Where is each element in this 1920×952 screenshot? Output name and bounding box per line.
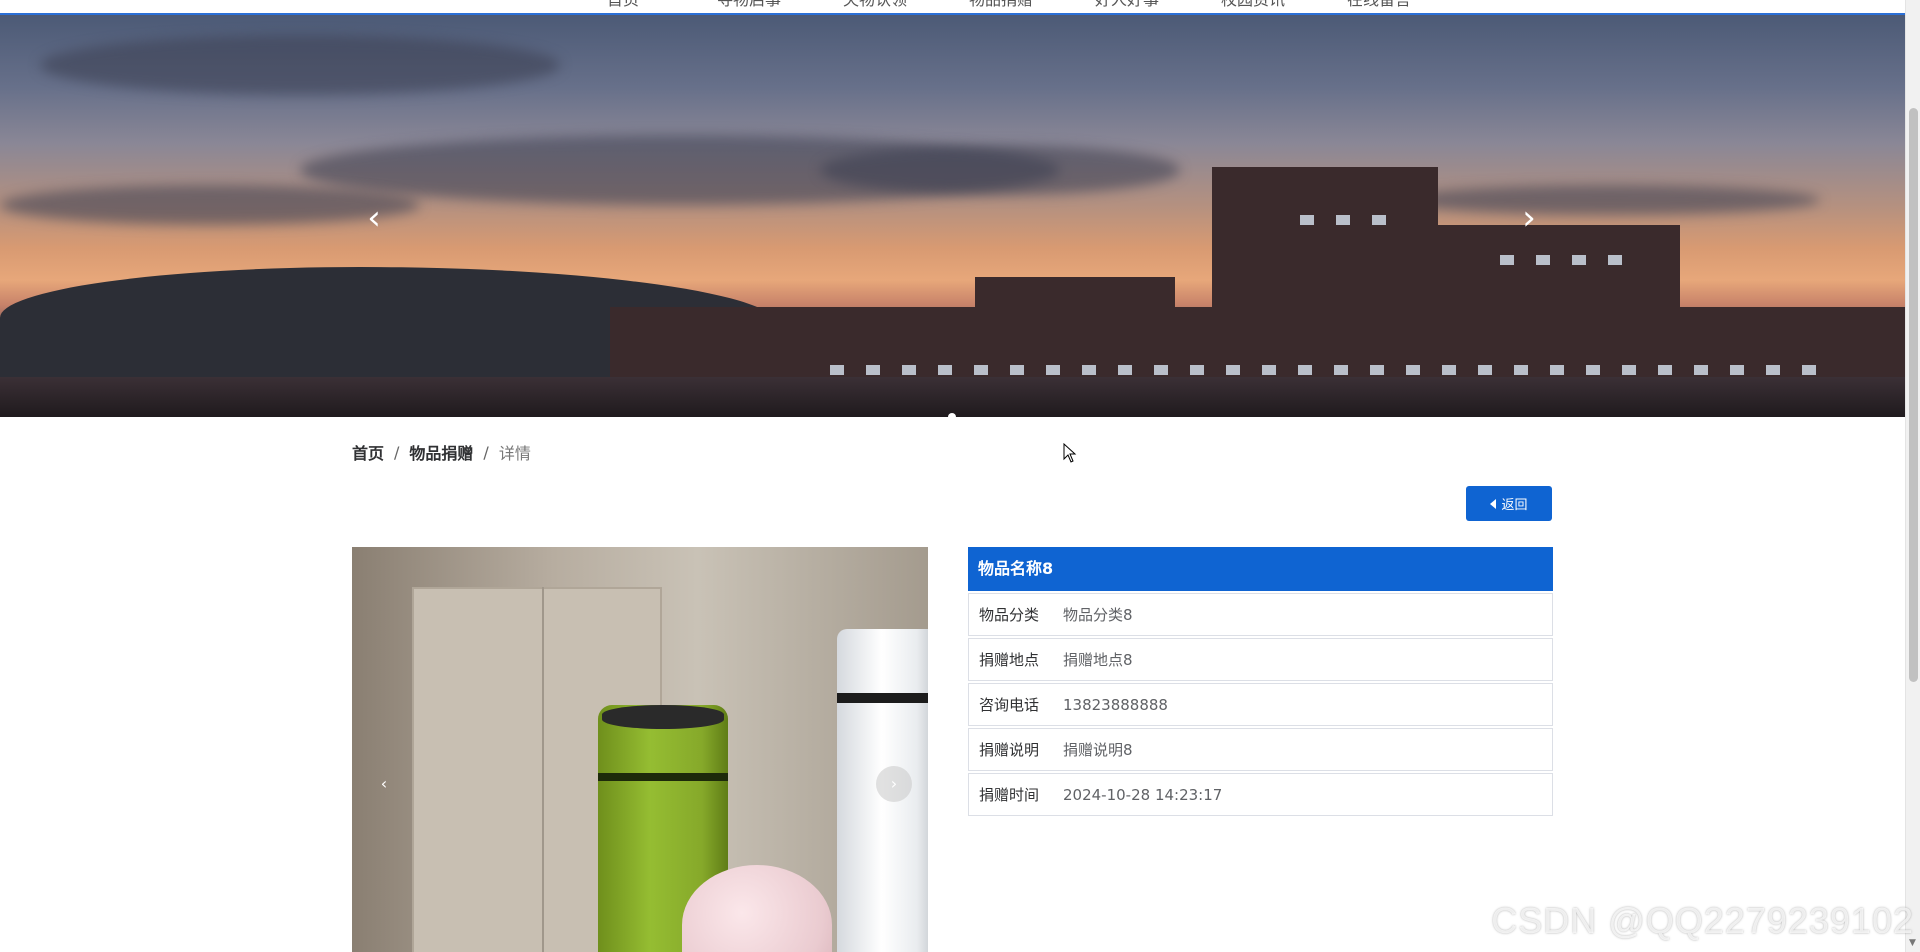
banner-next-button[interactable]: ›	[1514, 201, 1544, 235]
detail-value: 2024-10-28 14:23:17	[1063, 785, 1223, 804]
cursor-arrow-icon	[1063, 442, 1077, 463]
chevron-left-icon: ‹	[367, 198, 381, 238]
breadcrumb-home[interactable]: 首页	[352, 440, 384, 464]
banner-building	[1438, 225, 1680, 317]
banner-road	[0, 377, 1905, 417]
banner-prev-button[interactable]: ‹	[359, 201, 389, 235]
watermark: CSDN @QQ2279239102	[1491, 900, 1914, 941]
breadcrumb: 首页 / 物品捐赠 / 详情	[352, 440, 531, 464]
item-title: 物品名称8	[968, 547, 1553, 591]
banner-windows	[830, 365, 1830, 375]
breadcrumb-separator: /	[394, 442, 400, 462]
detail-label: 物品分类	[979, 606, 1040, 624]
detail-row-location: 捐赠地点 捐赠地点8	[968, 638, 1553, 681]
nav-item-home[interactable]: 首页	[560, 0, 686, 10]
top-nav-items: 首页 寻物启事 失物认领 物品捐赠 好人好事 校园资讯 在线留言	[560, 0, 1442, 10]
scrollbar-thumb[interactable]	[1909, 108, 1918, 682]
caret-left-icon	[1490, 498, 1497, 509]
hero-banner: ‹ ›	[0, 15, 1905, 417]
detail-value: 13823888888	[1063, 695, 1168, 714]
detail-row-category: 物品分类 物品分类8	[968, 593, 1553, 636]
top-nav: 首页 寻物启事 失物认领 物品捐赠 好人好事 校园资讯 在线留言	[0, 0, 1905, 15]
chevron-left-icon: ‹	[380, 774, 388, 793]
detail-row-description: 捐赠说明 捐赠说明8	[968, 728, 1553, 771]
nav-item-donation[interactable]: 物品捐赠	[938, 0, 1064, 10]
detail-label: 捐赠地点	[979, 651, 1040, 669]
nav-item-message-board[interactable]: 在线留言	[1316, 0, 1442, 10]
detail-label: 咨询电话	[979, 696, 1040, 714]
chevron-right-icon: ›	[1522, 198, 1536, 238]
nav-item-lost-notice[interactable]: 寻物启事	[686, 0, 812, 10]
banner-cloud	[820, 145, 1180, 195]
carousel-next-button[interactable]: ›	[876, 766, 912, 802]
banner-cloud	[0, 185, 420, 225]
banner-windows	[1300, 215, 1400, 225]
banner-windows	[1500, 255, 1640, 265]
product-photo-green-cap	[602, 705, 724, 729]
page-scrollbar[interactable]: ▼	[1905, 0, 1920, 952]
nav-item-good-deeds[interactable]: 好人好事	[1064, 0, 1190, 10]
detail-value: 物品分类8	[1063, 606, 1133, 624]
nav-item-campus-news[interactable]: 校园资讯	[1190, 0, 1316, 10]
product-image-carousel: ‹ ›	[352, 547, 928, 952]
detail-row-time: 捐赠时间 2024-10-28 14:23:17	[968, 773, 1553, 816]
breadcrumb-section[interactable]: 物品捐赠	[409, 440, 473, 464]
detail-value: 捐赠地点8	[1063, 651, 1133, 669]
product-photo-white-band	[837, 693, 928, 703]
chevron-right-icon: ›	[890, 774, 898, 793]
detail-row-phone: 咨询电话 13823888888	[968, 683, 1553, 726]
banner-cloud	[40, 35, 560, 95]
banner-building	[610, 307, 1905, 387]
banner-indicator-dot[interactable]	[948, 413, 956, 417]
back-button[interactable]: 返回	[1466, 486, 1552, 521]
product-photo-cabinet-line	[542, 587, 544, 952]
banner-cloud	[1400, 185, 1820, 215]
banner-building	[975, 277, 1175, 317]
back-button-label: 返回	[1501, 498, 1528, 513]
product-photo-green-band	[598, 773, 728, 781]
breadcrumb-current: 详情	[498, 444, 531, 463]
nav-item-found-claim[interactable]: 失物认领	[812, 0, 938, 10]
breadcrumb-separator: /	[483, 442, 489, 462]
detail-value: 捐赠说明8	[1063, 741, 1133, 759]
detail-label: 捐赠说明	[979, 741, 1040, 759]
item-detail-panel: 物品名称8 物品分类 物品分类8 捐赠地点 捐赠地点8 咨询电话 1382388…	[968, 547, 1553, 818]
banner-building	[1212, 167, 1438, 317]
detail-label: 捐赠时间	[979, 786, 1040, 804]
carousel-prev-button[interactable]: ‹	[366, 766, 402, 802]
